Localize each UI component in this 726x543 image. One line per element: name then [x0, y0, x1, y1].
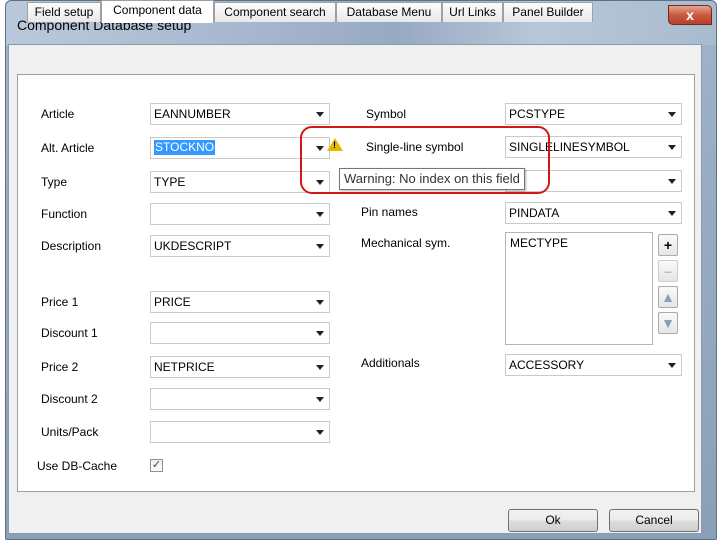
label-price-1: Price 1 [41, 295, 79, 309]
chevron-down-icon [316, 244, 324, 249]
tab-url-links[interactable]: Url Links [442, 2, 503, 22]
discount-1-combo[interactable] [150, 322, 330, 344]
chevron-down-icon [668, 211, 676, 216]
chevron-down-icon [668, 112, 676, 117]
label-discount-2: Discount 2 [41, 392, 98, 406]
chevron-down-icon [316, 397, 324, 402]
article-value: EANNUMBER [154, 107, 231, 121]
chevron-down-icon [316, 331, 324, 336]
chevron-down-icon [668, 145, 676, 150]
mechanical-sym-item[interactable]: MECTYPE [510, 236, 568, 250]
ok-button[interactable]: Ok [508, 509, 598, 532]
additionals-value: ACCESSORY [509, 358, 585, 372]
tab-field-setup[interactable]: Field setup [27, 2, 101, 22]
description-value: UKDESCRIPT [154, 239, 232, 253]
tab-component-data[interactable]: Component data [101, 0, 214, 23]
chevron-down-icon [316, 300, 324, 305]
red-highlight-annotation [300, 126, 550, 194]
additionals-combo[interactable]: ACCESSORY [505, 354, 682, 376]
label-price-2: Price 2 [41, 360, 79, 374]
alt-article-value: STOCKNO [154, 140, 216, 155]
chevron-down-icon [316, 112, 324, 117]
description-combo[interactable]: UKDESCRIPT [150, 235, 330, 257]
chevron-down-icon [668, 179, 676, 184]
use-db-cache-checkbox[interactable]: ✓ [150, 459, 163, 472]
label-units-pack: Units/Pack [41, 425, 99, 439]
discount-2-combo[interactable] [150, 388, 330, 410]
tab-component-search[interactable]: Component search [214, 2, 336, 22]
label-alt-article: Alt. Article [41, 141, 95, 155]
pin-names-combo[interactable]: PINDATA [505, 202, 682, 224]
price-2-value: NETPRICE [154, 360, 215, 374]
label-pin-names: Pin names [361, 205, 418, 219]
chevron-down-icon [668, 363, 676, 368]
label-function: Function [41, 207, 88, 221]
arrow-up-icon[interactable]: ▲ [658, 286, 678, 308]
label-symbol: Symbol [366, 107, 407, 121]
arrow-down-icon[interactable]: ▼ [658, 312, 678, 334]
chevron-down-icon [316, 212, 324, 217]
symbol-value: PCSTYPE [509, 107, 566, 121]
label-use-db-cache: Use DB-Cache [37, 459, 118, 473]
price-1-value: PRICE [154, 295, 191, 309]
function-combo[interactable] [150, 203, 330, 225]
price-1-combo[interactable]: PRICE [150, 291, 330, 313]
chevron-down-icon [316, 430, 324, 435]
close-button[interactable]: x [668, 5, 712, 25]
type-value: TYPE [154, 175, 186, 189]
minus-icon[interactable]: – [658, 260, 678, 282]
pin-names-value: PINDATA [509, 206, 560, 220]
label-mechanical-sym: Mechanical sym. [361, 236, 451, 250]
label-type: Type [41, 175, 68, 189]
chevron-down-icon [316, 365, 324, 370]
label-discount-1: Discount 1 [41, 326, 98, 340]
price-2-combo[interactable]: NETPRICE [150, 356, 330, 378]
label-description: Description [41, 239, 102, 253]
units-pack-combo[interactable] [150, 421, 330, 443]
article-combo[interactable]: EANNUMBER [150, 103, 330, 125]
plus-icon[interactable]: + [658, 234, 678, 256]
cancel-button[interactable]: Cancel [609, 509, 699, 532]
symbol-combo[interactable]: PCSTYPE [505, 103, 682, 125]
tab-panel-builder[interactable]: Panel Builder [503, 2, 593, 22]
tab-database-menu[interactable]: Database Menu [336, 2, 442, 22]
mechanical-sym-list[interactable]: MECTYPE [505, 232, 653, 345]
label-additionals: Additionals [361, 356, 420, 370]
label-article: Article [41, 107, 75, 121]
